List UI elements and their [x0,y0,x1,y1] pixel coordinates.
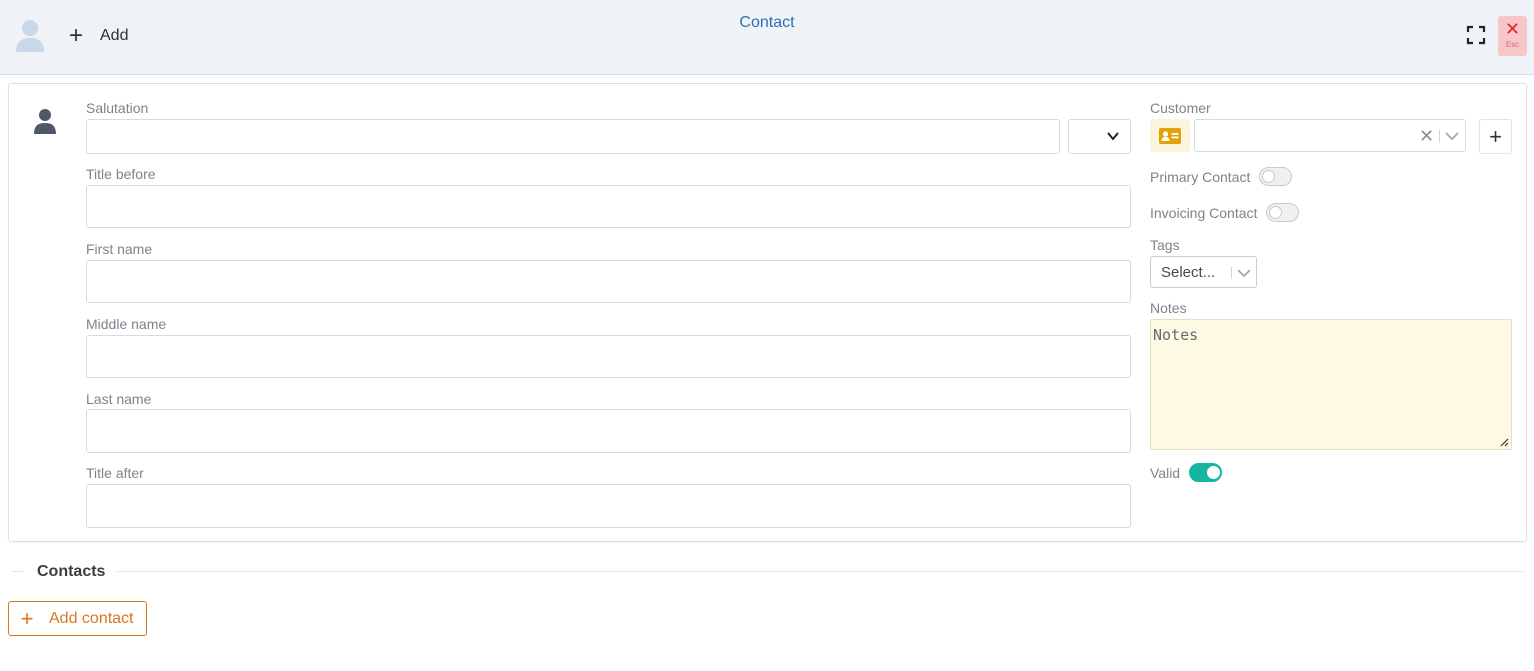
valid-row: Valid [1150,463,1223,482]
fullscreen-icon[interactable] [1466,25,1486,45]
notes-label: Notes [1150,300,1187,316]
chevron-down-icon [1237,269,1251,278]
last-name-input[interactable] [86,409,1131,453]
valid-label: Valid [1150,464,1181,481]
title-after-input[interactable] [86,484,1131,528]
tags-label: Tags [1150,237,1180,253]
add-customer-button[interactable]: + [1479,119,1512,154]
user-avatar-icon [16,20,44,52]
clear-icon[interactable]: ✕ [1419,126,1434,146]
contacts-section-title: Contacts [37,563,106,580]
add-button-label: Add [100,27,129,44]
dialog-title: Contact [739,14,795,31]
add-contact-label: Add contact [49,609,134,627]
tags-placeholder: Select... [1161,264,1216,281]
title-after-label: Title after [86,465,144,481]
add-contact-button[interactable]: + Add contact [8,601,147,636]
primary-contact-label: Primary Contact [1150,168,1251,185]
chevron-down-icon [1107,132,1119,141]
invoicing-contact-row: Invoicing Contact [1150,203,1300,222]
select-separator [1231,267,1232,279]
toggle-knob [1269,206,1283,219]
person-icon [34,109,56,134]
toggle-knob [1207,466,1221,479]
salutation-input[interactable] [86,119,1060,154]
middle-name-input[interactable] [86,335,1131,378]
salutation-select[interactable] [1068,119,1131,154]
close-button[interactable]: ✕ Esc [1498,16,1527,56]
select-separator [1439,130,1440,143]
title-before-label: Title before [86,166,156,182]
section-divider [12,571,24,572]
first-name-input[interactable] [86,260,1131,303]
middle-name-label: Middle name [86,316,167,332]
invoicing-contact-label: Invoicing Contact [1150,204,1258,221]
resize-handle-icon[interactable] [1499,437,1509,447]
dialog-header: + Add Contact ✕ Esc [0,0,1534,75]
plus-icon: + [68,22,83,49]
customer-card-icon [1150,119,1190,152]
close-icon: ✕ [1504,19,1521,39]
close-hint: Esc [1505,40,1520,49]
customer-select[interactable]: ✕ [1194,119,1466,152]
first-name-label: First name [86,241,153,257]
id-card-icon [1159,127,1181,144]
toggle-knob [1262,170,1276,183]
notes-textarea[interactable] [1150,319,1512,450]
section-divider [117,571,1523,572]
primary-contact-toggle[interactable] [1259,167,1293,186]
invoicing-contact-toggle[interactable] [1266,203,1300,222]
valid-toggle[interactable] [1189,463,1223,482]
plus-icon: + [1489,123,1502,149]
customer-label: Customer [1150,100,1211,116]
plus-icon: + [20,605,34,631]
chevron-down-icon [1445,132,1459,141]
add-button[interactable]: + Add [66,22,128,50]
last-name-label: Last name [86,391,152,407]
tags-select[interactable]: Select... [1150,256,1257,288]
primary-contact-row: Primary Contact [1150,167,1293,186]
title-before-input[interactable] [86,185,1131,228]
salutation-label: Salutation [86,100,149,116]
